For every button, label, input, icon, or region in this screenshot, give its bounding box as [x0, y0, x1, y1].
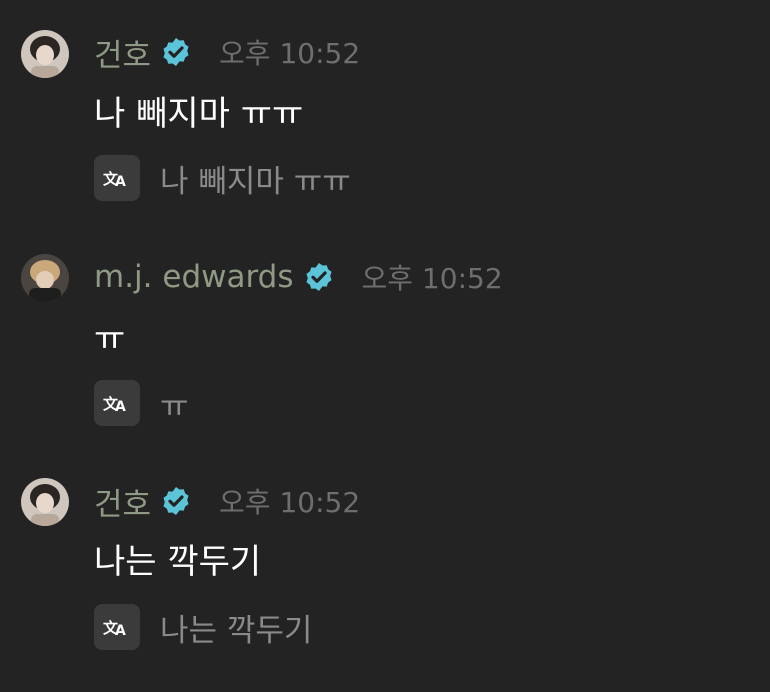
author-name[interactable]: 건호 — [94, 479, 151, 524]
translate-button[interactable]: 文 A — [94, 604, 140, 650]
author-name[interactable]: 건호 — [94, 30, 151, 75]
verified-badge-icon — [163, 487, 189, 515]
svg-text:A: A — [115, 623, 126, 637]
verified-badge-icon — [163, 38, 189, 66]
translate-icon: 文 A — [103, 395, 126, 413]
message-text: 나 빼지마 ㅠㅠ — [94, 94, 304, 134]
translated-text: 나는 깍두기 — [160, 612, 313, 649]
translate-button[interactable]: 文 A — [94, 380, 140, 426]
message-timestamp: 오후 10:52 — [219, 37, 361, 70]
translate-icon: 文 A — [103, 170, 126, 188]
message-text: 나는 깍두기 — [94, 542, 262, 582]
author-name[interactable]: m.j. edwards — [94, 259, 294, 295]
user-avatar[interactable] — [21, 478, 69, 526]
svg-text:A: A — [115, 399, 126, 413]
message-text: ㅠ — [94, 319, 126, 359]
user-avatar[interactable] — [21, 30, 69, 78]
translation-row: 文 A 나 빼지마 ㅠㅠ — [94, 155, 351, 201]
translated-text: ㅠ — [160, 388, 189, 425]
translation-row: 文 A ㅠ — [94, 380, 189, 426]
svg-text:A: A — [115, 174, 126, 188]
translated-text: 나 빼지마 ㅠㅠ — [160, 163, 351, 200]
user-avatar[interactable] — [21, 254, 69, 302]
message-timestamp: 오후 10:52 — [219, 486, 361, 519]
translation-row: 文 A 나는 깍두기 — [94, 604, 312, 650]
translate-icon: 文 A — [103, 619, 126, 637]
message-timestamp: 오후 10:52 — [361, 262, 503, 295]
translate-button[interactable]: 文 A — [94, 155, 140, 201]
verified-badge-icon — [305, 263, 332, 291]
